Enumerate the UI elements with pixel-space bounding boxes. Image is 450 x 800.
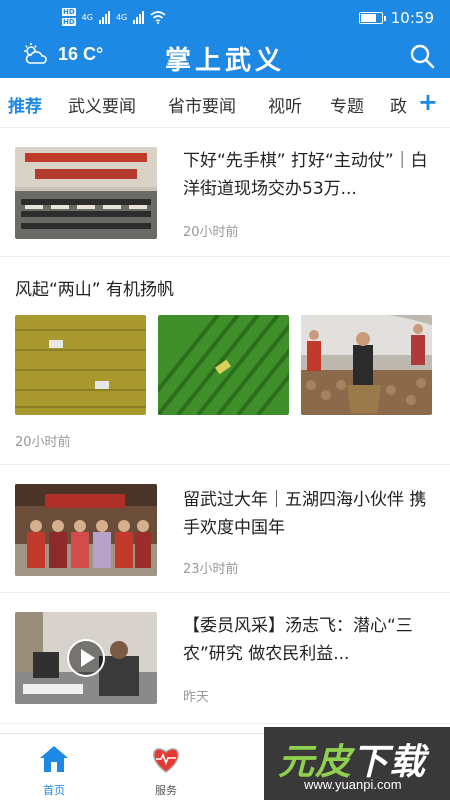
article-title: 【委员风采】汤志飞：潜心“三农”研究 做农民利益... (183, 616, 413, 664)
news-item[interactable]: 下好“先手棋” 打好“主动仗”｜白洋街道现场交办53万... 20小时前 (0, 129, 450, 257)
play-icon[interactable] (66, 638, 106, 678)
network-label: 4G (115, 12, 128, 22)
article-time: 20小时前 (183, 225, 239, 240)
tab-recommend[interactable]: 推荐 (8, 92, 42, 117)
app-header: 16 C° 掌上武义 (0, 38, 450, 78)
article-thumbnail (15, 612, 157, 704)
tab-video[interactable]: 视听 (268, 92, 302, 117)
article-thumbnail (15, 147, 157, 239)
article-title: 留武过大年｜五湖四海小伙伴 携手欢度中国年 (183, 490, 427, 538)
watermark-url: www.yuanpi.com (304, 777, 402, 792)
article-title: 风起“两山” 有机扬帆 (15, 280, 175, 300)
signal-icon (133, 10, 145, 24)
article-thumbnail (158, 315, 289, 415)
watermark: 元皮下载 www.yuanpi.com (264, 727, 450, 800)
battery-icon (358, 12, 386, 24)
tabbar-service[interactable]: 服务 (136, 744, 196, 798)
hd-badge: HD (62, 18, 76, 26)
tab-politics[interactable]: 政 (390, 92, 407, 117)
channel-tabs: 推荐 武义要闻 省市要闻 视听 专题 政 + (0, 78, 450, 128)
add-channel-button[interactable]: + (418, 88, 438, 116)
article-thumbnail (301, 315, 432, 415)
article-time: 昨天 (183, 690, 210, 705)
article-title: 下好“先手棋” 打好“主动仗”｜白洋街道现场交办53万... (183, 151, 428, 199)
tab-wuyi-news[interactable]: 武义要闻 (68, 92, 136, 117)
search-icon[interactable] (408, 42, 436, 70)
article-thumbnail (15, 484, 157, 576)
hd-badge: HD (62, 8, 76, 16)
tab-province-news[interactable]: 省市要闻 (168, 92, 236, 117)
article-time: 23小时前 (183, 562, 239, 577)
tab-special[interactable]: 专题 (330, 92, 364, 117)
news-item[interactable]: 风起“两山” 有机扬帆 20小时前 (0, 258, 450, 465)
tabbar-label: 服务 (155, 784, 177, 797)
article-time: 20小时前 (15, 435, 71, 450)
app-title: 掌上武义 (164, 46, 285, 76)
status-icons: HD HD 4G 4G (62, 8, 166, 26)
heart-icon (153, 748, 179, 773)
news-item[interactable]: 留武过大年｜五湖四海小伙伴 携手欢度中国年 23小时前 (0, 466, 450, 593)
tabbar-label: 首页 (43, 784, 65, 797)
news-item[interactable]: 【委员风采】汤志飞：潜心“三农”研究 做农民利益... 昨天 (0, 594, 450, 724)
wifi-icon (150, 11, 166, 24)
tabbar-home[interactable]: 首页 (24, 744, 84, 798)
home-icon (40, 746, 68, 772)
status-time: 10:59 (390, 9, 434, 27)
network-label: 4G (81, 12, 93, 22)
article-thumbnail (15, 315, 146, 415)
signal-icon (98, 10, 110, 24)
status-bar: HD HD 4G 4G 10:59 (0, 0, 450, 38)
